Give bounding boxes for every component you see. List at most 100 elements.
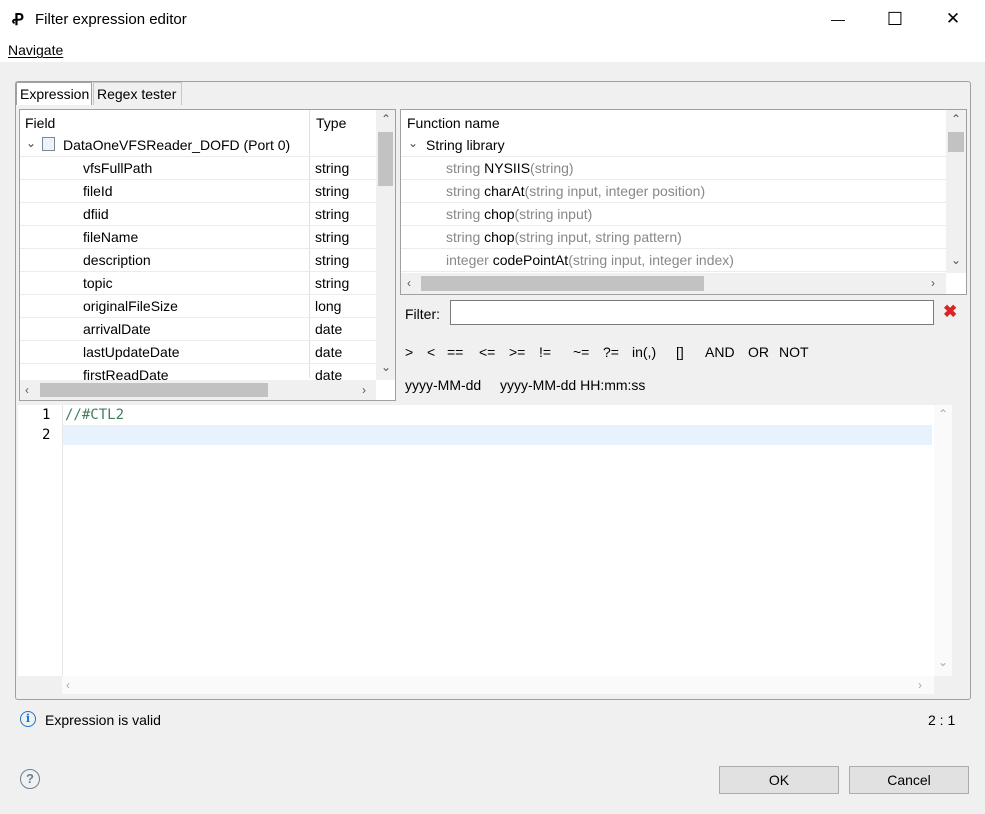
operator-regex-contains[interactable]: ?= — [603, 344, 619, 360]
scroll-left-icon[interactable]: ‹ — [66, 678, 70, 692]
type-column-header[interactable]: Type — [316, 115, 346, 131]
scroll-right-icon[interactable]: › — [931, 276, 935, 290]
list-item[interactable]: string chop(string input, string pattern… — [401, 226, 946, 249]
function-table: Function name ⌄ String library string NY… — [400, 109, 967, 295]
field-group-row[interactable]: ⌄ DataOneVFSReader_DOFD (Port 0) — [20, 134, 376, 157]
expression-editor[interactable]: 1 2 //#CTL2 ⌃ ⌄ — [18, 405, 952, 676]
current-line-highlight — [63, 425, 932, 445]
chevron-down-icon[interactable]: ⌄ — [26, 136, 36, 150]
operator-le[interactable]: <= — [479, 344, 495, 360]
scroll-left-icon[interactable]: ‹ — [25, 383, 29, 397]
app-icon: Ꝓ — [12, 10, 24, 29]
operator-lt[interactable]: < — [427, 344, 435, 360]
table-row[interactable]: fileId string — [20, 180, 376, 203]
window-title: Filter expression editor — [35, 11, 187, 28]
field-type: string — [315, 206, 350, 222]
scroll-up-icon[interactable]: ⌃ — [381, 112, 391, 126]
date-format-datetime[interactable]: yyyy-MM-dd HH:mm:ss — [500, 377, 645, 393]
function-args: (string) — [530, 160, 574, 176]
chevron-down-icon[interactable]: ⌄ — [408, 136, 418, 150]
table-row[interactable]: vfsFullPath string — [20, 157, 376, 180]
code-line[interactable]: //#CTL2 — [65, 407, 124, 423]
field-table-header: Field Type — [20, 110, 376, 134]
scroll-thumb[interactable] — [948, 132, 964, 152]
scroll-up-icon[interactable]: ⌃ — [951, 112, 961, 126]
field-type: string — [315, 275, 350, 291]
field-table-hscrollbar[interactable]: ‹ › — [20, 380, 376, 400]
operator-regex-match[interactable]: ~= — [573, 344, 589, 360]
table-row[interactable]: dfiid string — [20, 203, 376, 226]
editor-vscrollbar[interactable]: ⌃ ⌄ — [934, 405, 952, 676]
operator-or[interactable]: OR — [748, 344, 769, 360]
field-type: string — [315, 160, 350, 176]
operator-ge[interactable]: >= — [509, 344, 525, 360]
function-name: chop — [484, 206, 515, 222]
list-item[interactable]: string NYSIIS(string) — [401, 157, 946, 180]
operator-gt[interactable]: > — [405, 344, 413, 360]
scroll-thumb[interactable] — [378, 132, 393, 186]
ok-button[interactable]: OK — [719, 766, 839, 794]
list-item[interactable]: integer codePointAt(string input, intege… — [401, 249, 946, 272]
function-name: charAt — [484, 183, 525, 199]
tab-regex-tester[interactable]: Regex tester — [93, 82, 182, 105]
field-column-header[interactable]: Field — [25, 115, 55, 131]
help-icon[interactable]: ? — [20, 769, 40, 789]
operator-ne[interactable]: != — [539, 344, 551, 360]
close-button[interactable]: ✕ — [930, 0, 976, 38]
operator-and[interactable]: AND — [705, 344, 735, 360]
table-row[interactable]: arrivalDate date — [20, 318, 376, 341]
function-group-row[interactable]: ⌄ String library — [401, 134, 946, 157]
minimize-button[interactable]: — — [815, 0, 861, 38]
field-group-label: DataOneVFSReader_DOFD (Port 0) — [63, 137, 291, 153]
operator-eq[interactable]: == — [447, 344, 463, 360]
function-name-header[interactable]: Function name — [407, 115, 500, 131]
field-name: lastUpdateDate — [83, 344, 180, 360]
scroll-left-icon[interactable]: ‹ — [407, 276, 411, 290]
operator-brackets[interactable]: [] — [676, 344, 684, 360]
function-name: NYSIIS — [484, 160, 531, 176]
function-args: (string input, integer position) — [524, 183, 706, 199]
table-row[interactable]: description string — [20, 249, 376, 272]
line-number-gutter — [18, 405, 63, 676]
date-format-date[interactable]: yyyy-MM-dd — [405, 377, 481, 393]
scroll-right-icon[interactable]: › — [362, 383, 366, 397]
operator-not[interactable]: NOT — [779, 344, 809, 360]
function-table-vscrollbar[interactable]: ⌃ ⌄ — [946, 110, 966, 273]
function-return-type: integer — [446, 252, 489, 268]
menu-navigate[interactable]: Navigate — [8, 42, 63, 58]
list-item[interactable]: string charAt(string input, integer posi… — [401, 180, 946, 203]
scroll-down-icon[interactable]: ⌄ — [951, 253, 961, 267]
scroll-right-icon[interactable]: › — [918, 678, 922, 692]
function-args: (string input, string pattern) — [514, 229, 682, 245]
field-type: string — [315, 183, 350, 199]
field-name: description — [83, 252, 151, 268]
line-number: 1 — [42, 407, 51, 423]
operator-in[interactable]: in(,) — [632, 344, 656, 360]
table-row[interactable]: lastUpdateDate date — [20, 341, 376, 364]
function-return-type: string — [446, 183, 481, 199]
clear-filter-icon[interactable]: ✖ — [943, 302, 959, 321]
status-message: Expression is valid — [45, 712, 161, 728]
table-row[interactable]: topic string — [20, 272, 376, 295]
field-name: topic — [83, 275, 113, 291]
scroll-down-icon[interactable]: ⌄ — [938, 655, 948, 669]
editor-hscrollbar[interactable]: ‹ › — [62, 676, 934, 694]
table-row[interactable]: fileName string — [20, 226, 376, 249]
scroll-thumb[interactable] — [421, 276, 704, 291]
filter-input[interactable] — [450, 300, 934, 325]
field-table-vscrollbar[interactable]: ⌃ ⌄ — [376, 110, 395, 380]
cancel-button[interactable]: Cancel — [849, 766, 969, 794]
function-name: codePointAt — [492, 252, 569, 268]
cursor-position: 2 : 1 — [928, 712, 956, 728]
table-row[interactable]: originalFileSize long — [20, 295, 376, 318]
tab-expression[interactable]: Expression — [16, 82, 92, 105]
maximize-button[interactable]: ☐ — [872, 0, 918, 38]
scroll-thumb[interactable] — [40, 383, 268, 397]
scroll-up-icon[interactable]: ⌃ — [938, 407, 948, 421]
field-table: Field Type ⌄ DataOneVFSReader_DOFD (Port… — [19, 109, 396, 401]
function-table-hscrollbar[interactable]: ‹ › — [401, 273, 946, 294]
list-item[interactable]: string chop(string input) — [401, 203, 946, 226]
scroll-down-icon[interactable]: ⌄ — [381, 360, 391, 374]
function-args: (string input) — [514, 206, 593, 222]
field-name: dfiid — [83, 206, 109, 222]
